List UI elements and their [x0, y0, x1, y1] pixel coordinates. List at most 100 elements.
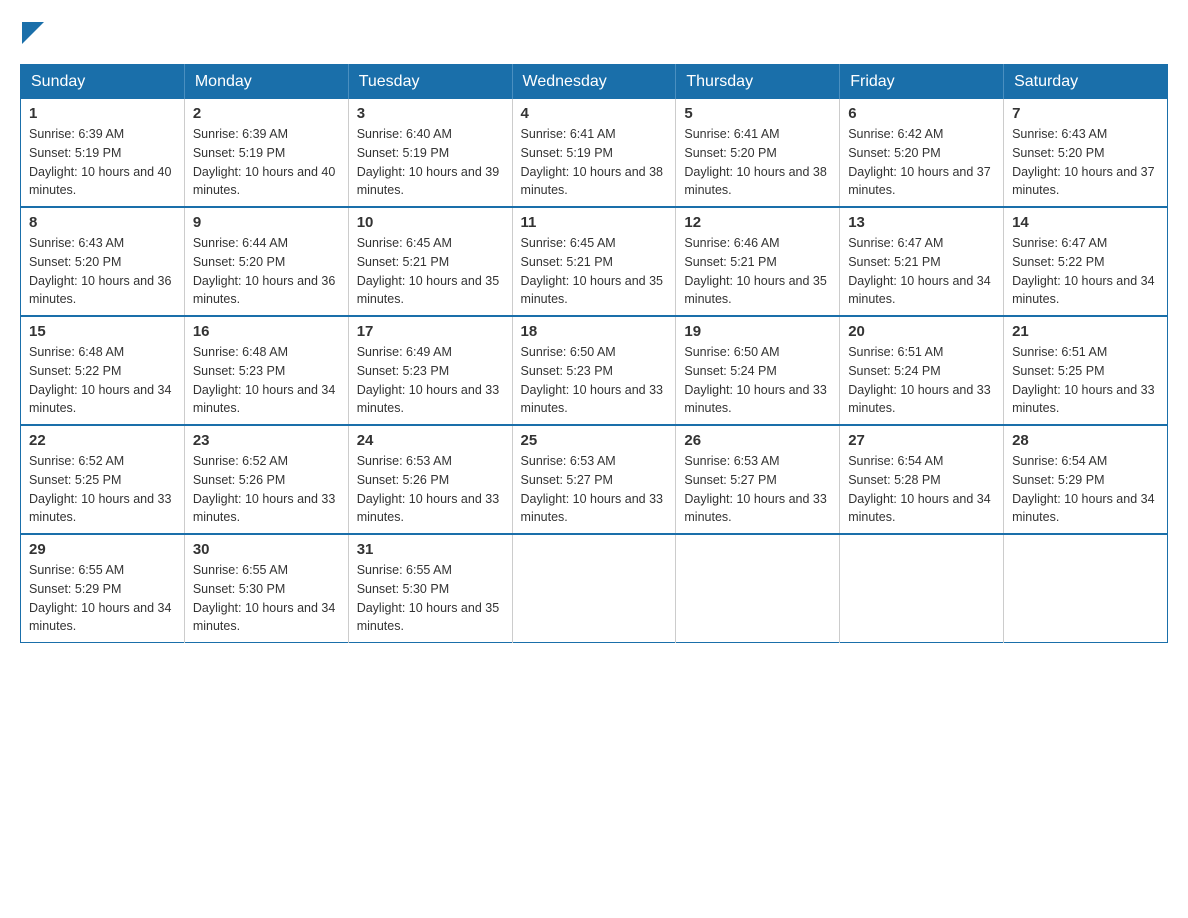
day-info: Sunrise: 6:53 AMSunset: 5:27 PMDaylight:… [684, 454, 826, 524]
calendar-cell: 5 Sunrise: 6:41 AMSunset: 5:20 PMDayligh… [676, 99, 840, 207]
day-number: 8 [29, 214, 176, 231]
day-number: 20 [848, 323, 995, 340]
day-info: Sunrise: 6:50 AMSunset: 5:23 PMDaylight:… [521, 345, 663, 415]
calendar-header-monday: Monday [184, 65, 348, 100]
day-number: 22 [29, 432, 176, 449]
day-info: Sunrise: 6:43 AMSunset: 5:20 PMDaylight:… [29, 236, 171, 306]
calendar-week-row: 22 Sunrise: 6:52 AMSunset: 5:25 PMDaylig… [21, 425, 1168, 534]
calendar-cell: 1 Sunrise: 6:39 AMSunset: 5:19 PMDayligh… [21, 99, 185, 207]
day-number: 17 [357, 323, 504, 340]
day-number: 13 [848, 214, 995, 231]
calendar-cell: 13 Sunrise: 6:47 AMSunset: 5:21 PMDaylig… [840, 207, 1004, 316]
calendar-cell: 20 Sunrise: 6:51 AMSunset: 5:24 PMDaylig… [840, 316, 1004, 425]
day-number: 9 [193, 214, 340, 231]
day-number: 3 [357, 105, 504, 122]
day-number: 31 [357, 541, 504, 558]
calendar-cell: 8 Sunrise: 6:43 AMSunset: 5:20 PMDayligh… [21, 207, 185, 316]
day-number: 28 [1012, 432, 1159, 449]
calendar-cell: 6 Sunrise: 6:42 AMSunset: 5:20 PMDayligh… [840, 99, 1004, 207]
day-info: Sunrise: 6:48 AMSunset: 5:22 PMDaylight:… [29, 345, 171, 415]
day-info: Sunrise: 6:54 AMSunset: 5:28 PMDaylight:… [848, 454, 990, 524]
calendar-header-thursday: Thursday [676, 65, 840, 100]
calendar-cell: 21 Sunrise: 6:51 AMSunset: 5:25 PMDaylig… [1004, 316, 1168, 425]
calendar-header-row: SundayMondayTuesdayWednesdayThursdayFrid… [21, 65, 1168, 100]
day-number: 1 [29, 105, 176, 122]
calendar-cell [1004, 534, 1168, 643]
calendar-cell: 29 Sunrise: 6:55 AMSunset: 5:29 PMDaylig… [21, 534, 185, 643]
day-info: Sunrise: 6:50 AMSunset: 5:24 PMDaylight:… [684, 345, 826, 415]
calendar-cell: 25 Sunrise: 6:53 AMSunset: 5:27 PMDaylig… [512, 425, 676, 534]
calendar-header-friday: Friday [840, 65, 1004, 100]
day-number: 19 [684, 323, 831, 340]
day-number: 21 [1012, 323, 1159, 340]
logo [20, 20, 44, 44]
calendar-header-tuesday: Tuesday [348, 65, 512, 100]
calendar-cell: 15 Sunrise: 6:48 AMSunset: 5:22 PMDaylig… [21, 316, 185, 425]
day-info: Sunrise: 6:51 AMSunset: 5:24 PMDaylight:… [848, 345, 990, 415]
calendar-cell: 9 Sunrise: 6:44 AMSunset: 5:20 PMDayligh… [184, 207, 348, 316]
calendar-cell: 31 Sunrise: 6:55 AMSunset: 5:30 PMDaylig… [348, 534, 512, 643]
calendar-header-sunday: Sunday [21, 65, 185, 100]
day-info: Sunrise: 6:46 AMSunset: 5:21 PMDaylight:… [684, 236, 826, 306]
calendar-cell: 17 Sunrise: 6:49 AMSunset: 5:23 PMDaylig… [348, 316, 512, 425]
day-info: Sunrise: 6:45 AMSunset: 5:21 PMDaylight:… [357, 236, 499, 306]
day-number: 15 [29, 323, 176, 340]
day-number: 2 [193, 105, 340, 122]
day-info: Sunrise: 6:54 AMSunset: 5:29 PMDaylight:… [1012, 454, 1154, 524]
day-info: Sunrise: 6:42 AMSunset: 5:20 PMDaylight:… [848, 127, 990, 197]
calendar-cell: 2 Sunrise: 6:39 AMSunset: 5:19 PMDayligh… [184, 99, 348, 207]
day-number: 30 [193, 541, 340, 558]
calendar-cell: 27 Sunrise: 6:54 AMSunset: 5:28 PMDaylig… [840, 425, 1004, 534]
day-info: Sunrise: 6:44 AMSunset: 5:20 PMDaylight:… [193, 236, 335, 306]
calendar-cell: 12 Sunrise: 6:46 AMSunset: 5:21 PMDaylig… [676, 207, 840, 316]
calendar-week-row: 8 Sunrise: 6:43 AMSunset: 5:20 PMDayligh… [21, 207, 1168, 316]
calendar-cell: 24 Sunrise: 6:53 AMSunset: 5:26 PMDaylig… [348, 425, 512, 534]
calendar-cell: 28 Sunrise: 6:54 AMSunset: 5:29 PMDaylig… [1004, 425, 1168, 534]
calendar-week-row: 1 Sunrise: 6:39 AMSunset: 5:19 PMDayligh… [21, 99, 1168, 207]
calendar-week-row: 29 Sunrise: 6:55 AMSunset: 5:29 PMDaylig… [21, 534, 1168, 643]
calendar-cell: 22 Sunrise: 6:52 AMSunset: 5:25 PMDaylig… [21, 425, 185, 534]
day-info: Sunrise: 6:41 AMSunset: 5:20 PMDaylight:… [684, 127, 826, 197]
day-info: Sunrise: 6:55 AMSunset: 5:30 PMDaylight:… [193, 563, 335, 633]
calendar-cell: 11 Sunrise: 6:45 AMSunset: 5:21 PMDaylig… [512, 207, 676, 316]
calendar-cell: 23 Sunrise: 6:52 AMSunset: 5:26 PMDaylig… [184, 425, 348, 534]
day-info: Sunrise: 6:45 AMSunset: 5:21 PMDaylight:… [521, 236, 663, 306]
day-number: 14 [1012, 214, 1159, 231]
day-number: 24 [357, 432, 504, 449]
day-number: 7 [1012, 105, 1159, 122]
calendar-cell [512, 534, 676, 643]
day-number: 5 [684, 105, 831, 122]
day-info: Sunrise: 6:52 AMSunset: 5:26 PMDaylight:… [193, 454, 335, 524]
calendar-cell: 14 Sunrise: 6:47 AMSunset: 5:22 PMDaylig… [1004, 207, 1168, 316]
calendar-cell: 19 Sunrise: 6:50 AMSunset: 5:24 PMDaylig… [676, 316, 840, 425]
day-number: 16 [193, 323, 340, 340]
calendar-cell: 3 Sunrise: 6:40 AMSunset: 5:19 PMDayligh… [348, 99, 512, 207]
logo-arrow-icon [22, 22, 44, 44]
calendar-header-wednesday: Wednesday [512, 65, 676, 100]
calendar-cell: 10 Sunrise: 6:45 AMSunset: 5:21 PMDaylig… [348, 207, 512, 316]
day-number: 10 [357, 214, 504, 231]
day-number: 18 [521, 323, 668, 340]
day-info: Sunrise: 6:43 AMSunset: 5:20 PMDaylight:… [1012, 127, 1154, 197]
day-info: Sunrise: 6:47 AMSunset: 5:21 PMDaylight:… [848, 236, 990, 306]
day-number: 26 [684, 432, 831, 449]
calendar-cell: 30 Sunrise: 6:55 AMSunset: 5:30 PMDaylig… [184, 534, 348, 643]
calendar-cell: 4 Sunrise: 6:41 AMSunset: 5:19 PMDayligh… [512, 99, 676, 207]
day-number: 6 [848, 105, 995, 122]
page-header [20, 20, 1168, 44]
calendar-header-saturday: Saturday [1004, 65, 1168, 100]
day-info: Sunrise: 6:53 AMSunset: 5:27 PMDaylight:… [521, 454, 663, 524]
calendar-week-row: 15 Sunrise: 6:48 AMSunset: 5:22 PMDaylig… [21, 316, 1168, 425]
day-info: Sunrise: 6:40 AMSunset: 5:19 PMDaylight:… [357, 127, 499, 197]
day-info: Sunrise: 6:51 AMSunset: 5:25 PMDaylight:… [1012, 345, 1154, 415]
calendar-cell: 7 Sunrise: 6:43 AMSunset: 5:20 PMDayligh… [1004, 99, 1168, 207]
day-info: Sunrise: 6:39 AMSunset: 5:19 PMDaylight:… [29, 127, 171, 197]
day-number: 4 [521, 105, 668, 122]
calendar-cell: 18 Sunrise: 6:50 AMSunset: 5:23 PMDaylig… [512, 316, 676, 425]
day-info: Sunrise: 6:49 AMSunset: 5:23 PMDaylight:… [357, 345, 499, 415]
day-number: 27 [848, 432, 995, 449]
day-info: Sunrise: 6:48 AMSunset: 5:23 PMDaylight:… [193, 345, 335, 415]
calendar-cell: 26 Sunrise: 6:53 AMSunset: 5:27 PMDaylig… [676, 425, 840, 534]
day-number: 23 [193, 432, 340, 449]
day-info: Sunrise: 6:47 AMSunset: 5:22 PMDaylight:… [1012, 236, 1154, 306]
